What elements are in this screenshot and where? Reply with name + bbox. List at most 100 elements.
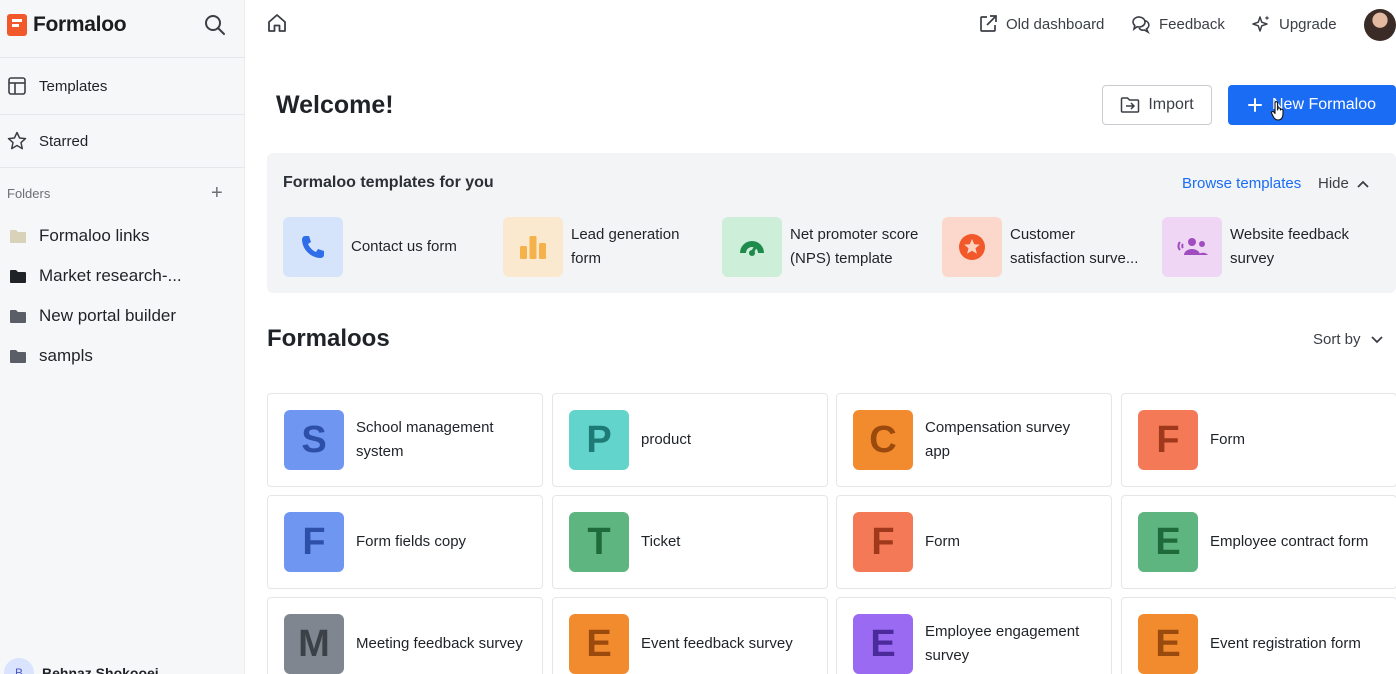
avatar: B xyxy=(4,658,34,674)
formaloo-card[interactable]: E Event feedback survey xyxy=(552,597,828,674)
phone-icon xyxy=(283,217,343,277)
folder-label: New portal builder xyxy=(39,306,177,325)
folder-icon xyxy=(10,269,26,283)
formaloo-name: Form fields copy xyxy=(356,533,467,550)
formaloo-name: Event feedback survey xyxy=(641,635,793,652)
folder-item[interactable]: New portal builder xyxy=(9,306,176,326)
formaloo-card[interactable]: M Meeting feedback survey xyxy=(267,597,543,674)
folder-item[interactable]: Market research-... xyxy=(9,266,182,286)
new-formaloo-label: New Formaloo xyxy=(1271,96,1377,113)
formaloo-letter-badge: E xyxy=(569,614,629,674)
template-card[interactable]: Contact us form xyxy=(283,217,488,277)
sidebar-item-label: Starred xyxy=(39,132,89,150)
template-label: Net promoter score (NPS) template xyxy=(790,226,919,267)
formaloo-letter-badge: E xyxy=(1138,614,1198,674)
formaloo-card[interactable]: E Employee contract form xyxy=(1121,495,1396,589)
avatar[interactable] xyxy=(1364,9,1396,41)
formaloo-card[interactable]: C Compensation survey app xyxy=(836,393,1112,487)
old-dashboard-link[interactable]: Old dashboard xyxy=(978,14,1104,34)
formaloo-card[interactable]: S School management system xyxy=(267,393,543,487)
import-folder-icon xyxy=(1121,97,1140,113)
formaloo-letter-badge: C xyxy=(853,410,913,470)
folders-heading: Folders xyxy=(7,186,51,201)
template-card[interactable]: Lead generation form xyxy=(503,217,708,277)
formaloo-name: Ticket xyxy=(641,533,681,550)
formaloo-name: Employee contract form xyxy=(1210,533,1369,550)
template-label: Lead generation form xyxy=(571,226,680,267)
chevron-down-icon xyxy=(1370,335,1383,343)
formaloo-card[interactable]: Pproduct xyxy=(552,393,828,487)
formaloo-card[interactable]: F Form xyxy=(1121,393,1396,487)
sidebar: Formaloo Templates Starred Folders + For… xyxy=(0,0,245,674)
template-label: Customer satisfaction surve... xyxy=(1010,226,1139,267)
brand-name: Formaloo xyxy=(33,13,127,36)
new-formaloo-button[interactable]: New Formaloo xyxy=(1228,85,1396,125)
formaloo-name: Event registration form xyxy=(1210,635,1361,652)
sidebar-item-starred[interactable]: Starred xyxy=(7,131,88,151)
formaloo-letter-badge: E xyxy=(853,614,913,674)
folder-label: Market research-... xyxy=(39,266,182,285)
sort-by-dropdown[interactable]: Sort by xyxy=(1313,331,1383,348)
feedback-link[interactable]: Feedback xyxy=(1131,14,1225,34)
template-card[interactable]: Net promoter score (NPS) template xyxy=(722,217,927,277)
formaloo-letter-badge: T xyxy=(569,512,629,572)
import-button[interactable]: Import xyxy=(1102,85,1212,125)
upgrade-label: Upgrade xyxy=(1279,15,1337,33)
sidebar-item-templates[interactable]: Templates xyxy=(7,76,107,96)
formaloo-name: Meeting feedback survey xyxy=(356,635,523,652)
templates-icon xyxy=(8,77,26,95)
old-dashboard-label: Old dashboard xyxy=(1006,15,1105,33)
sparkle-icon xyxy=(1252,15,1270,32)
user-name: Behnaz Shokooei xyxy=(42,665,159,674)
brand-logo[interactable]: Formaloo xyxy=(7,13,127,37)
page-title: Welcome! xyxy=(276,91,394,119)
folder-label: Formaloo links xyxy=(39,226,150,245)
formaloo-name: Compensation survey app xyxy=(925,419,1071,460)
folder-icon xyxy=(10,349,26,363)
folder-icon xyxy=(10,309,26,323)
upgrade-link[interactable]: Upgrade xyxy=(1251,14,1337,34)
formaloo-card[interactable]: F Form xyxy=(836,495,1112,589)
chevron-up-icon xyxy=(1357,180,1369,188)
formaloo-name: Employee engagement survey xyxy=(925,623,1080,664)
bar-chart-icon xyxy=(503,217,563,277)
formaloo-name: School management system xyxy=(356,419,494,460)
home-icon[interactable] xyxy=(266,12,288,39)
hand-cursor-icon xyxy=(1270,101,1286,128)
formaloo-letter-badge: S xyxy=(284,410,344,470)
template-card[interactable]: Customer satisfaction surve... xyxy=(942,217,1147,277)
hide-label: Hide xyxy=(1318,175,1349,192)
section-title: Formaloos xyxy=(267,325,390,352)
folder-item[interactable]: Formaloo links xyxy=(9,226,150,246)
formaloo-letter-badge: M xyxy=(284,614,344,674)
formaloo-card[interactable]: E Event registration form xyxy=(1121,597,1396,674)
chat-icon xyxy=(1132,16,1150,34)
group-icon xyxy=(1162,217,1222,277)
formaloo-card[interactable]: F Form fields copy xyxy=(267,495,543,589)
star-icon xyxy=(7,131,27,150)
formaloo-letter-badge: P xyxy=(569,410,629,470)
plus-icon xyxy=(1247,98,1262,112)
import-label: Import xyxy=(1148,96,1194,113)
external-link-icon xyxy=(980,15,997,32)
star-badge-icon xyxy=(942,217,1002,277)
template-card[interactable]: Website feedback survey xyxy=(1162,217,1367,277)
formaloo-letter-badge: F xyxy=(284,512,344,572)
feedback-label: Feedback xyxy=(1159,15,1225,33)
formaloo-card[interactable]: E Employee engagement survey xyxy=(836,597,1112,674)
gauge-icon xyxy=(722,217,782,277)
formaloo-letter-badge: F xyxy=(1138,410,1198,470)
hide-templates-button[interactable]: Hide xyxy=(1318,175,1369,192)
add-folder-icon[interactable]: + xyxy=(211,183,223,203)
browse-templates-link[interactable]: Browse templates xyxy=(1182,175,1301,192)
user-profile[interactable]: B Behnaz Shokooei xyxy=(4,658,159,674)
folder-item[interactable]: sampls xyxy=(9,346,93,366)
search-icon[interactable] xyxy=(203,13,227,37)
sort-label: Sort by xyxy=(1313,331,1361,348)
formaloo-card[interactable]: T Ticket xyxy=(552,495,828,589)
sidebar-item-label: Templates xyxy=(39,77,108,95)
formaloo-letter-badge: F xyxy=(853,512,913,572)
folder-icon xyxy=(10,229,26,243)
formaloo-name: Form xyxy=(1210,431,1245,448)
templates-title: Formaloo templates for you xyxy=(283,174,494,191)
